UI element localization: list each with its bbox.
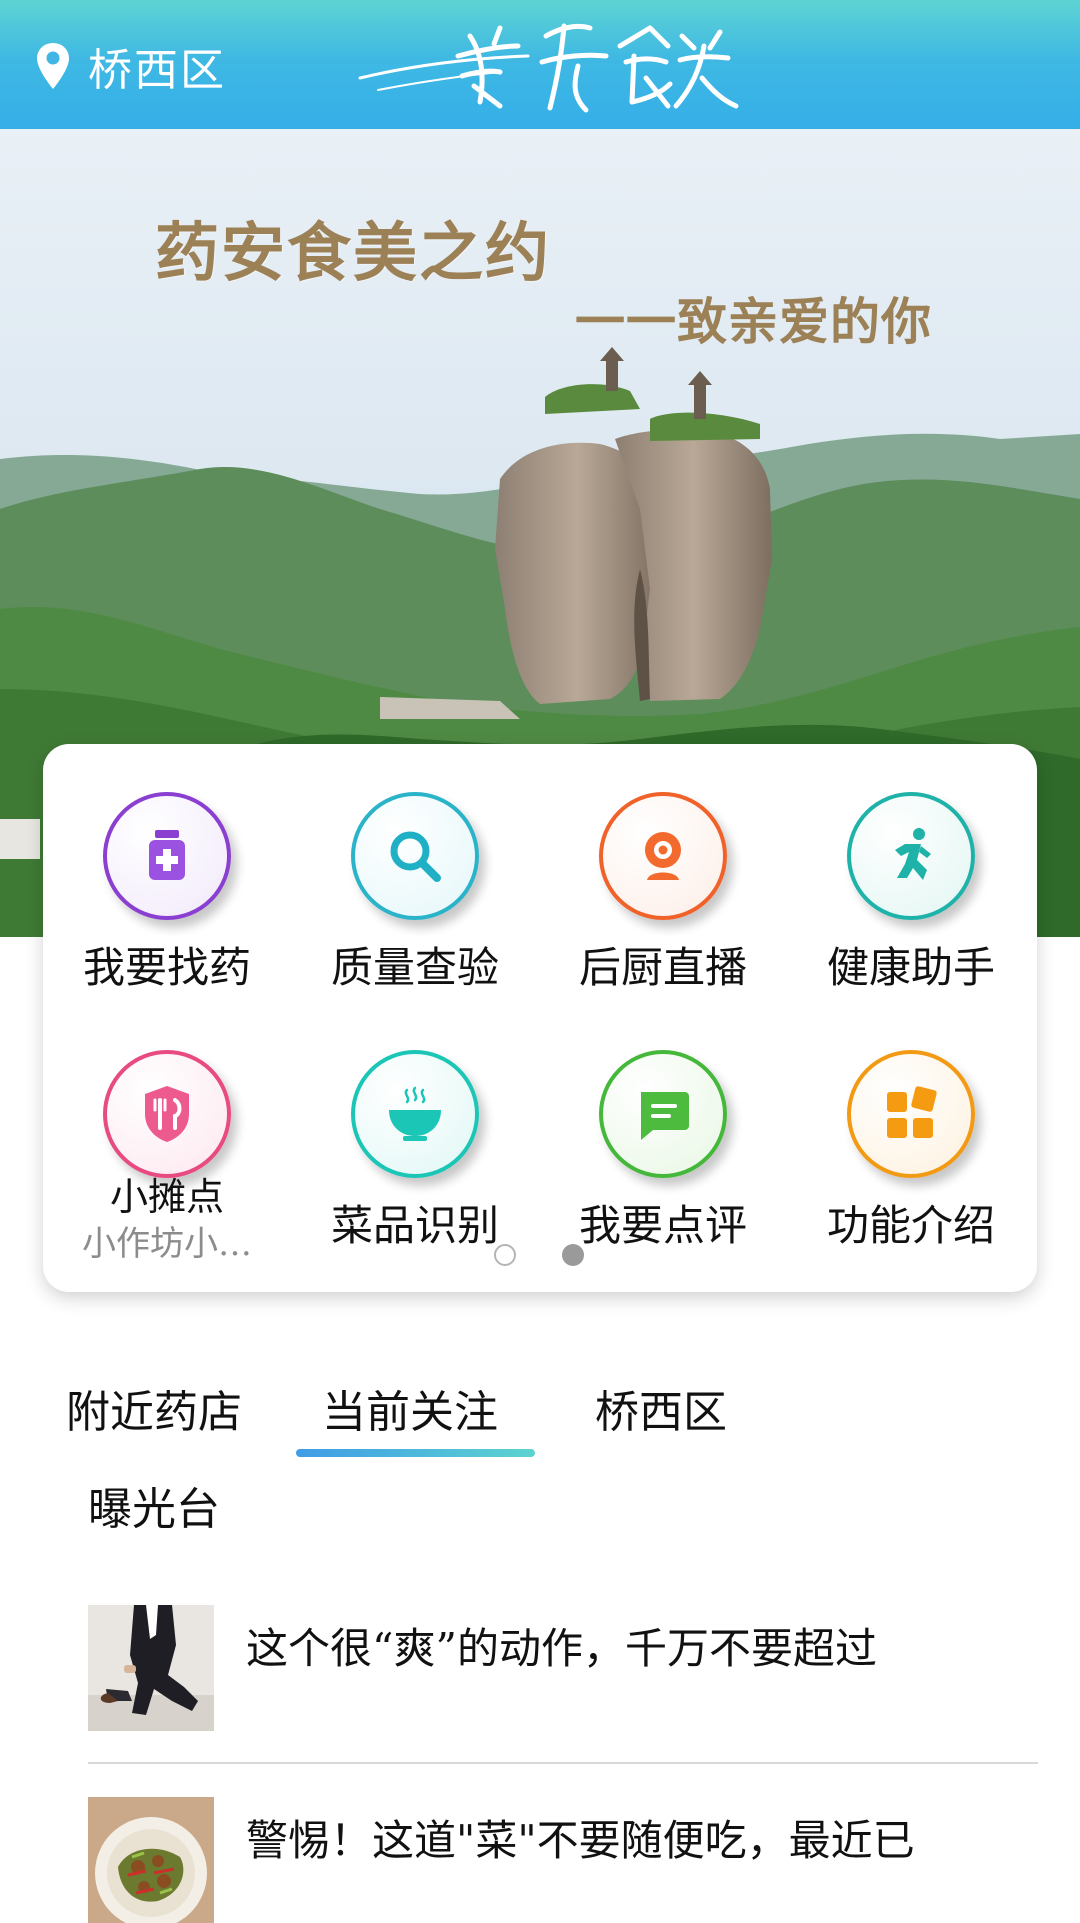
grid-blocks-icon xyxy=(887,1086,937,1138)
grid-item-label: 质量查验 xyxy=(330,943,499,992)
grid-item-dish-recognition[interactable]: 菜品识别 xyxy=(291,1002,539,1250)
grid-item-health-assistant[interactable]: 健康助手 xyxy=(787,744,1035,992)
grid-item-write-review[interactable]: 我要点评 xyxy=(539,1002,787,1250)
banner-subtitle: 一一致亲爱的你 xyxy=(575,294,932,350)
grid-item-feature-intro[interactable]: 功能介绍 xyxy=(787,1002,1035,1250)
webcam-icon xyxy=(645,832,681,880)
grid-item-label: 健康助手 xyxy=(826,943,995,992)
grid-item-label: 小摊点 xyxy=(109,1175,224,1219)
tab-exposure-platform[interactable]: 曝光台 xyxy=(88,1473,220,1537)
brand-logo xyxy=(358,23,739,113)
icon-circle xyxy=(103,792,231,920)
news-thumbnail xyxy=(88,1605,214,1731)
news-title: 警惕！这道"菜"不要随便吃，最近已 xyxy=(246,1816,915,1865)
map-pin-icon xyxy=(37,43,69,89)
icon-circle xyxy=(103,1050,231,1178)
page-dot-1[interactable] xyxy=(494,1244,516,1266)
icon-circle xyxy=(351,792,479,920)
tab-nearby-pharmacy[interactable]: 附近药店 xyxy=(66,1376,242,1440)
running-person-icon xyxy=(895,828,931,880)
grid-item-label: 后厨直播 xyxy=(578,943,747,992)
icon-circle xyxy=(351,1050,479,1178)
tab-current-focus[interactable]: 当前关注 xyxy=(322,1376,498,1440)
grid-item-kitchen-live[interactable]: 后厨直播 xyxy=(539,744,787,992)
news-item[interactable]: 警惕！这道"菜"不要随便吃，最近已 xyxy=(88,1797,1038,1923)
icon-circle xyxy=(599,1050,727,1178)
grid-pagination xyxy=(0,1244,1080,1268)
icon-circle xyxy=(847,1050,975,1178)
news-item[interactable]: 这个很“爽”的动作，千万不要超过 xyxy=(88,1605,1038,1731)
icon-circle xyxy=(599,792,727,920)
medicine-bottle-icon xyxy=(149,830,185,880)
function-grid-card: 我要找药 质量查验 后厨直播 健康助手 小摊点 小作坊小… 菜品识别 我要点评 … xyxy=(43,744,1037,1292)
shield-cutlery-icon xyxy=(145,1086,189,1142)
grid-item-quality-check[interactable]: 质量查验 xyxy=(291,744,539,992)
grid-item-find-medicine[interactable]: 我要找药 xyxy=(43,744,291,992)
steaming-bowl-icon xyxy=(389,1086,441,1141)
active-tab-indicator xyxy=(296,1449,535,1457)
location-label: 桥西区 xyxy=(88,45,226,96)
grid-item-label: 我要找药 xyxy=(82,943,251,992)
location-selector[interactable]: 桥西区 xyxy=(36,38,226,96)
vegetable-dish-thumbnail xyxy=(88,1797,214,1923)
top-bar: 桥西区 xyxy=(0,0,1080,129)
banner-title: 药安食美之约 xyxy=(155,217,551,289)
grid-item-small-stalls[interactable]: 小摊点 小作坊小… xyxy=(43,1002,291,1264)
news-thumbnail xyxy=(88,1797,214,1923)
man-in-suit-thumbnail xyxy=(88,1605,214,1731)
list-divider xyxy=(88,1762,1038,1764)
page-dot-2[interactable] xyxy=(562,1244,584,1266)
tab-qiaoxi-district[interactable]: 桥西区 xyxy=(595,1376,727,1440)
icon-circle xyxy=(847,792,975,920)
search-icon xyxy=(390,831,441,882)
news-title: 这个很“爽”的动作，千万不要超过 xyxy=(246,1624,877,1673)
comment-icon xyxy=(641,1092,689,1140)
